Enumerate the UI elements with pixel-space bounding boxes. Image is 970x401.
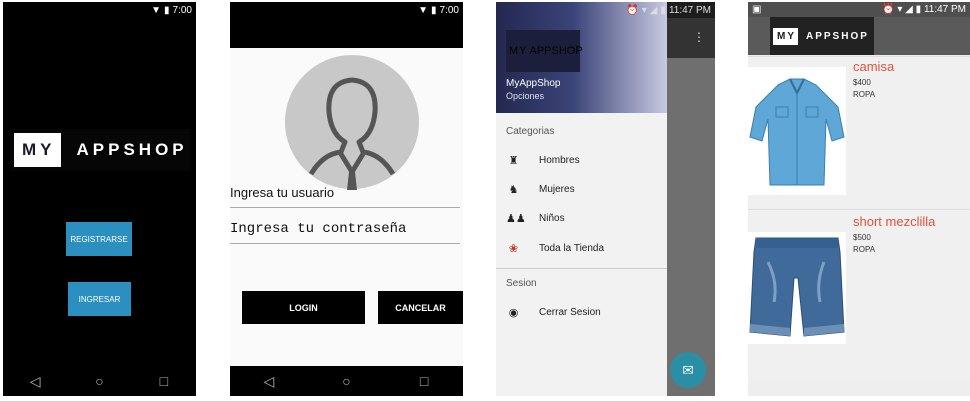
back-icon[interactable]: ◁ bbox=[249, 373, 289, 390]
woman-icon: ♞ bbox=[508, 184, 519, 196]
home-icon[interactable]: ○ bbox=[326, 373, 366, 389]
drawer-item-label: Cerrar Sesion bbox=[539, 307, 601, 318]
mail-icon: ✉ bbox=[682, 361, 694, 378]
status-bar: ▼ ▮ 7:00 bbox=[230, 2, 463, 18]
wifi-icon: ▼ bbox=[151, 4, 162, 16]
register-button[interactable]: REGISTRARSE bbox=[66, 222, 132, 256]
logo-my: MY bbox=[773, 27, 798, 45]
app-logo: MY APPSHOP bbox=[10, 129, 190, 171]
status-time: 11:47 PM bbox=[668, 4, 711, 16]
product-card[interactable]: short mezclilla $500 ROPA bbox=[748, 209, 970, 378]
status-bar: ▼ ▮ 7:00 bbox=[3, 2, 196, 18]
cancel-button[interactable]: CANCELAR bbox=[378, 291, 463, 324]
drawer-item-label: Niños bbox=[539, 213, 565, 224]
product-price: $400 bbox=[853, 78, 871, 87]
recents-icon[interactable]: □ bbox=[144, 373, 184, 389]
wifi-icon: ▾ bbox=[641, 4, 647, 16]
nav-bar: ◁ ○ □ bbox=[3, 366, 196, 396]
logout-icon: ◉ bbox=[508, 307, 519, 319]
categories-header: Categorias bbox=[506, 126, 555, 137]
product-image bbox=[748, 67, 846, 195]
drawer-item-tienda[interactable]: ❀ Toda la Tienda bbox=[506, 242, 604, 255]
username-field[interactable]: Ingresa tu usuario bbox=[230, 185, 460, 208]
logo-shop: APPSHOP bbox=[806, 30, 869, 42]
mail-fab[interactable]: ✉ bbox=[670, 352, 706, 388]
status-bar: ⏰ ▾ ◢ ▮ 11:47 PM bbox=[496, 2, 715, 18]
shorts-icon bbox=[749, 237, 845, 337]
login-screen: ▼ ▮ 7:00 Ingresa tu usuario Ingresa tu c… bbox=[230, 2, 463, 396]
drawer-item-hombres[interactable]: ♜ Hombres bbox=[506, 154, 580, 167]
nav-drawer: MY APPSHOP MyAppShop Opciones Categorias… bbox=[496, 2, 667, 396]
status-time: 7:00 bbox=[172, 4, 192, 16]
drawer-header: MY APPSHOP MyAppShop Opciones bbox=[496, 2, 667, 113]
products-screen: ▣ ⏰ ▾ ◢ ▮ 11:47 PM MY APPSHOP camisa $40… bbox=[748, 2, 970, 396]
drawer-item-label: Toda la Tienda bbox=[539, 243, 605, 254]
logo-shop: APPSHOP bbox=[529, 45, 583, 57]
back-icon[interactable]: ◁ bbox=[15, 373, 55, 390]
product-name: camisa bbox=[853, 59, 895, 74]
login-button[interactable]: INGRESAR bbox=[68, 282, 131, 316]
status-bar: ▣ ⏰ ▾ ◢ ▮ 11:47 PM bbox=[748, 2, 970, 17]
logo-my: MY bbox=[14, 133, 61, 167]
wifi-icon: ▾ bbox=[897, 4, 903, 15]
signal-icon: ◢ bbox=[905, 4, 913, 15]
overflow-menu-icon[interactable]: ⋮ bbox=[693, 30, 705, 44]
toolbar: ⋮ bbox=[667, 18, 715, 58]
battery-icon: ▮ bbox=[164, 4, 170, 16]
store-icon: ❀ bbox=[508, 243, 519, 255]
image-icon: ▣ bbox=[752, 4, 762, 15]
recents-icon[interactable]: □ bbox=[404, 373, 444, 389]
logo-my: MY bbox=[509, 45, 528, 57]
product-price: $500 bbox=[853, 233, 871, 242]
divider bbox=[496, 268, 667, 269]
status-time: 7:00 bbox=[439, 4, 459, 16]
man-icon: ♜ bbox=[508, 155, 519, 167]
product-card[interactable]: camisa $400 ROPA bbox=[748, 56, 970, 225]
avatar bbox=[283, 54, 421, 190]
logo-shop: APPSHOP bbox=[76, 140, 188, 159]
status-time: 11:47 PM bbox=[923, 4, 966, 15]
battery-icon: ▮ bbox=[660, 4, 666, 16]
alarm-icon: ⏰ bbox=[882, 4, 895, 15]
app-logo: MY APPSHOP bbox=[770, 17, 874, 55]
drawer-item-label: Mujeres bbox=[539, 184, 575, 195]
home-icon[interactable]: ○ bbox=[79, 373, 119, 389]
battery-icon: ▮ bbox=[431, 4, 437, 16]
nav-bar: ◁ ○ □ bbox=[230, 366, 463, 396]
product-name: short mezclilla bbox=[853, 214, 936, 229]
kids-icon: ♟♟ bbox=[506, 213, 526, 225]
splash-screen: ▼ ▮ 7:00 MY APPSHOP REGISTRARSE INGRESAR… bbox=[3, 2, 196, 396]
drawer-app-name: MyAppShop bbox=[506, 78, 561, 89]
drawer-item-ninos[interactable]: ♟♟ Niños bbox=[506, 212, 565, 225]
product-category: ROPA bbox=[853, 90, 876, 99]
drawer-item-label: Hombres bbox=[539, 155, 580, 166]
signal-icon: ◢ bbox=[649, 4, 658, 16]
drawer-item-logout[interactable]: ◉ Cerrar Sesion bbox=[506, 306, 601, 319]
login-submit-button[interactable]: LOGIN bbox=[242, 291, 365, 324]
app-logo: MY APPSHOP bbox=[506, 30, 583, 72]
alarm-icon: ⏰ bbox=[626, 4, 639, 16]
battery-icon: ▮ bbox=[915, 4, 922, 15]
app-header: MY APPSHOP bbox=[748, 17, 970, 55]
user-avatar-icon bbox=[285, 55, 419, 190]
drawer-subtitle: Opciones bbox=[506, 91, 545, 101]
product-category: ROPA bbox=[853, 245, 876, 254]
app-bar bbox=[230, 18, 463, 48]
shirt-icon bbox=[749, 78, 845, 186]
drawer-item-mujeres[interactable]: ♞ Mujeres bbox=[506, 183, 575, 196]
drawer-screen: ⏰ ▾ ◢ ▮ 11:47 PM ⋮ MY APPSHOP MyAppShop … bbox=[496, 2, 715, 396]
session-header: Sesion bbox=[506, 278, 537, 289]
wifi-icon: ▼ bbox=[418, 4, 429, 16]
product-image bbox=[748, 232, 846, 344]
password-field[interactable]: Ingresa tu contraseña bbox=[230, 221, 460, 244]
